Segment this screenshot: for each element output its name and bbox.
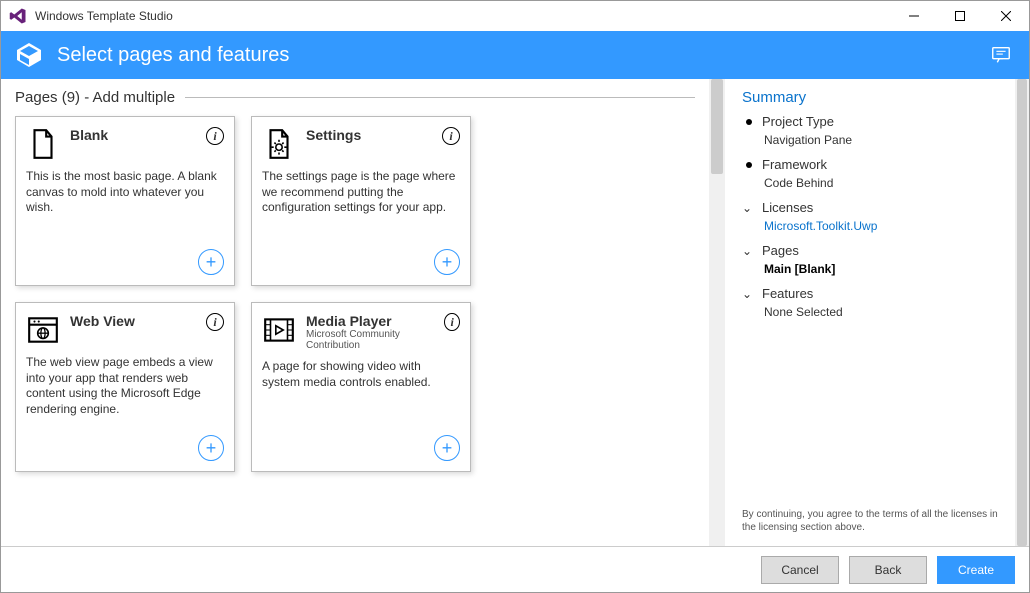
wizard-icon bbox=[13, 39, 45, 71]
close-button[interactable] bbox=[983, 1, 1029, 31]
card-title: Settings bbox=[306, 127, 361, 143]
add-button[interactable]: + bbox=[434, 435, 460, 461]
section-divider bbox=[185, 97, 695, 98]
content-scrollbar[interactable] bbox=[709, 79, 725, 546]
project-type-label: Project Type bbox=[762, 114, 834, 129]
maximize-button[interactable] bbox=[937, 1, 983, 31]
card-description: A page for showing video with system med… bbox=[262, 359, 460, 390]
framework-value: Code Behind bbox=[742, 176, 1003, 190]
info-icon[interactable]: i bbox=[206, 313, 224, 331]
window-title: Windows Template Studio bbox=[35, 9, 173, 23]
info-icon[interactable]: i bbox=[444, 313, 460, 331]
cancel-button[interactable]: Cancel bbox=[761, 556, 839, 584]
pages-expander[interactable]: ⌄ Pages bbox=[742, 243, 1003, 258]
license-link[interactable]: Microsoft.Toolkit.Uwp bbox=[742, 219, 1003, 233]
wizard-footer: Cancel Back Create bbox=[1, 546, 1029, 592]
card-title: Media Player bbox=[306, 313, 434, 329]
add-button[interactable]: + bbox=[198, 435, 224, 461]
framework-label: Framework bbox=[762, 157, 827, 172]
add-button[interactable]: + bbox=[434, 249, 460, 275]
pages-label: Pages bbox=[762, 243, 799, 258]
card-icon bbox=[26, 313, 60, 347]
card-icon bbox=[262, 313, 296, 347]
licenses-expander[interactable]: ⌄ Licenses bbox=[742, 200, 1003, 215]
features-expander[interactable]: ⌄ Features bbox=[742, 286, 1003, 301]
card-subtitle: Microsoft Community Contribution bbox=[306, 329, 434, 351]
pages-value: Main [Blank] bbox=[742, 262, 1003, 276]
scrollbar-thumb[interactable] bbox=[711, 79, 723, 174]
cards-grid: Blank i This is the most basic page. A bla… bbox=[15, 116, 695, 472]
sidebar-scrollbar[interactable] bbox=[1015, 79, 1029, 546]
page-card[interactable]: Media PlayerMicrosoft Community Contribu… bbox=[251, 302, 471, 472]
info-icon[interactable]: i bbox=[206, 127, 224, 145]
wizard-title: Select pages and features bbox=[57, 44, 289, 67]
chevron-down-icon: ⌄ bbox=[742, 201, 756, 215]
page-card[interactable]: Blank i This is the most basic page. A bla… bbox=[15, 116, 235, 286]
card-title: Blank bbox=[70, 127, 108, 143]
summary-sidebar: Summary Project Type Navigation Pane Fra… bbox=[725, 79, 1015, 546]
card-description: The settings page is the page where we r… bbox=[262, 169, 460, 216]
back-button[interactable]: Back bbox=[849, 556, 927, 584]
summary-title: Summary bbox=[742, 89, 1003, 106]
card-description: The web view page embeds a view into you… bbox=[26, 355, 224, 417]
minimize-button[interactable] bbox=[891, 1, 937, 31]
card-icon bbox=[262, 127, 296, 161]
titlebar: Windows Template Studio bbox=[1, 1, 1029, 31]
licenses-label: Licenses bbox=[762, 200, 813, 215]
features-label: Features bbox=[762, 286, 813, 301]
chevron-down-icon: ⌄ bbox=[742, 244, 756, 258]
card-icon bbox=[26, 127, 60, 161]
wizard-header: Select pages and features bbox=[1, 31, 1029, 79]
info-icon[interactable]: i bbox=[442, 127, 460, 145]
feedback-button[interactable] bbox=[985, 39, 1017, 71]
vs-logo-icon bbox=[9, 7, 27, 25]
card-title: Web View bbox=[70, 313, 135, 329]
pages-content: Pages (9) - Add multiple Blank i This is t… bbox=[1, 79, 709, 546]
project-type-value: Navigation Pane bbox=[742, 133, 1003, 147]
page-card[interactable]: Web View i The web view page embeds a view… bbox=[15, 302, 235, 472]
page-card[interactable]: Settings i The settings page is the page w… bbox=[251, 116, 471, 286]
section-header: Pages (9) - Add multiple bbox=[15, 89, 175, 106]
features-value: None Selected bbox=[742, 305, 1003, 319]
bullet-icon bbox=[746, 119, 752, 125]
bullet-icon bbox=[746, 162, 752, 168]
chevron-down-icon: ⌄ bbox=[742, 287, 756, 301]
create-button[interactable]: Create bbox=[937, 556, 1015, 584]
card-description: This is the most basic page. A blank can… bbox=[26, 169, 224, 216]
scrollbar-thumb[interactable] bbox=[1017, 79, 1027, 546]
add-button[interactable]: + bbox=[198, 249, 224, 275]
license-disclaimer: By continuing, you agree to the terms of… bbox=[742, 502, 1003, 540]
